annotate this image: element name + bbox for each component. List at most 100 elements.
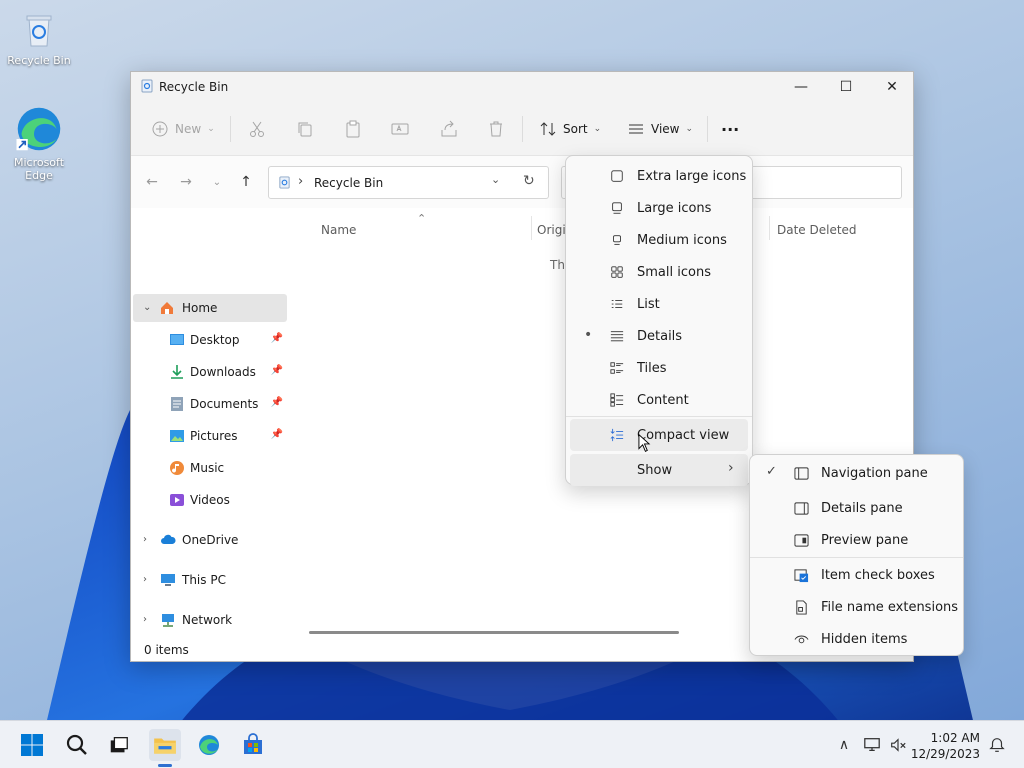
sidebar-item-documents[interactable]: Documents 📌: [133, 390, 287, 418]
breadcrumb-recycle-bin[interactable]: Recycle Bin: [314, 176, 383, 190]
sort-button[interactable]: Sort ⌄: [539, 117, 601, 141]
details-icon: [609, 328, 625, 344]
menu-item-preview-pane[interactable]: Preview pane: [754, 524, 959, 556]
sidebar-item-this-pc[interactable]: › This PC: [133, 566, 287, 594]
chevron-right-icon[interactable]: ›: [143, 574, 147, 585]
desktop-icon-edge[interactable]: Microsoft Edge: [1, 104, 77, 182]
menu-item-hidden-items[interactable]: Hidden items: [754, 623, 959, 655]
up-button[interactable]: ↑: [235, 172, 257, 192]
navigation-pane-icon: [793, 465, 809, 481]
recycle-bin-icon: [279, 176, 290, 189]
sidebar-item-desktop[interactable]: Desktop 📌: [133, 326, 287, 354]
more-options-button[interactable]: ···: [721, 117, 739, 141]
column-divider[interactable]: [531, 216, 532, 240]
rename-button[interactable]: [391, 117, 409, 141]
taskbar-store[interactable]: [237, 729, 269, 761]
minimize-button[interactable]: —: [778, 72, 824, 102]
pin-icon[interactable]: 📌: [271, 397, 283, 408]
menu-divider: [750, 557, 963, 558]
menu-item-tiles[interactable]: Tiles: [570, 352, 748, 384]
pin-icon[interactable]: 📌: [271, 333, 283, 344]
horizontal-scrollbar[interactable]: [309, 631, 679, 634]
chevron-down-icon: ⌄: [593, 124, 602, 134]
status-item-count: 0 items: [144, 643, 189, 657]
column-header-original-location[interactable]: Origi: [537, 223, 566, 237]
taskbar-edge[interactable]: [193, 729, 225, 761]
preview-pane-icon: [793, 532, 809, 548]
copy-icon: [298, 122, 312, 137]
edge-icon: [199, 735, 219, 755]
menu-item-large-icons[interactable]: Large icons: [570, 192, 748, 224]
cut-button[interactable]: [248, 117, 266, 141]
network-icon: [162, 614, 174, 627]
column-header-name[interactable]: Name: [321, 223, 356, 237]
taskbar-file-explorer[interactable]: [149, 729, 181, 761]
rename-icon: [391, 123, 409, 135]
view-list-icon: [629, 124, 643, 134]
close-button[interactable]: ✕: [869, 72, 915, 102]
menu-item-details-pane[interactable]: Details pane: [754, 492, 959, 524]
sidebar-item-downloads[interactable]: Downloads 📌: [133, 358, 287, 386]
search-button[interactable]: [61, 729, 93, 761]
pin-icon[interactable]: 📌: [271, 365, 283, 376]
forward-button[interactable]: →: [175, 172, 197, 192]
chevron-down-icon: ⌄: [685, 124, 694, 134]
menu-item-content[interactable]: Content: [570, 384, 748, 416]
extra-large-icons-icon: [609, 168, 625, 184]
task-view-button[interactable]: [103, 729, 135, 761]
title-bar[interactable]: Recycle Bin — ☐ ✕: [131, 72, 913, 102]
start-button[interactable]: [16, 729, 48, 761]
computer-icon: [161, 574, 175, 586]
menu-item-extra-large-icons[interactable]: Extra large icons: [570, 160, 748, 192]
view-button[interactable]: View ⌄: [627, 117, 693, 141]
share-button[interactable]: [440, 117, 458, 141]
menu-item-medium-icons[interactable]: Medium icons: [570, 224, 748, 256]
maximize-button[interactable]: ☐: [823, 72, 869, 102]
taskbar-clock[interactable]: 1:02 AM 12/29/2023: [911, 730, 980, 762]
notification-icon[interactable]: [987, 735, 1007, 755]
paste-button[interactable]: [344, 117, 362, 141]
medium-icons-icon: [609, 232, 625, 248]
scissors-icon: [250, 121, 264, 137]
menu-item-details[interactable]: • Details: [570, 320, 748, 352]
small-icons-icon: [609, 264, 625, 280]
menu-item-file-name-extensions[interactable]: File name extensions: [754, 591, 959, 623]
toolbar-divider: [707, 116, 708, 142]
network-status-icon[interactable]: [862, 735, 882, 755]
menu-divider: [566, 416, 752, 417]
pin-icon[interactable]: 📌: [271, 429, 283, 440]
sidebar-item-pictures[interactable]: Pictures 📌: [133, 422, 287, 450]
sidebar-item-music[interactable]: Music: [133, 454, 287, 482]
back-button[interactable]: ←: [141, 172, 163, 192]
clipboard-icon: [346, 120, 360, 138]
menu-item-item-check-boxes[interactable]: Item check boxes: [754, 559, 959, 591]
refresh-icon[interactable]: ↻: [523, 173, 535, 189]
menu-item-show[interactable]: Show ›: [570, 454, 748, 486]
address-bar[interactable]: › Recycle Bin ⌄ ↻: [268, 166, 549, 199]
new-button[interactable]: New ⌄: [151, 117, 215, 141]
chevron-down-icon: ⌄: [207, 124, 215, 134]
copy-button[interactable]: [296, 117, 314, 141]
address-history-dropdown[interactable]: ⌄: [491, 173, 500, 186]
column-divider[interactable]: [769, 216, 770, 240]
volume-muted-icon[interactable]: [888, 735, 908, 755]
menu-item-navigation-pane[interactable]: ✓ Navigation pane: [754, 457, 959, 489]
sidebar-item-onedrive[interactable]: › OneDrive: [133, 526, 287, 554]
show-hidden-icons-button[interactable]: ∧: [834, 735, 854, 755]
home-icon: [161, 302, 173, 314]
windows-logo-icon: [21, 734, 43, 756]
recent-locations-button[interactable]: ⌄: [206, 172, 228, 192]
column-header-date-deleted[interactable]: Date Deleted: [777, 223, 857, 237]
chevron-right-icon[interactable]: ›: [143, 534, 147, 545]
menu-item-compact-view[interactable]: Compact view: [570, 419, 748, 451]
sidebar-item-network[interactable]: › Network: [133, 606, 287, 634]
desktop-icon-recycle-bin[interactable]: Recycle Bin: [1, 10, 77, 67]
chevron-right-icon[interactable]: ›: [143, 614, 147, 625]
document-icon: [171, 397, 183, 411]
menu-item-list[interactable]: List: [570, 288, 748, 320]
delete-button[interactable]: [487, 117, 505, 141]
sidebar-item-home[interactable]: ⌄ Home: [133, 294, 287, 322]
sidebar-item-videos[interactable]: Videos: [133, 486, 287, 514]
menu-item-small-icons[interactable]: Small icons: [570, 256, 748, 288]
desktop-folder-icon: [170, 334, 184, 345]
